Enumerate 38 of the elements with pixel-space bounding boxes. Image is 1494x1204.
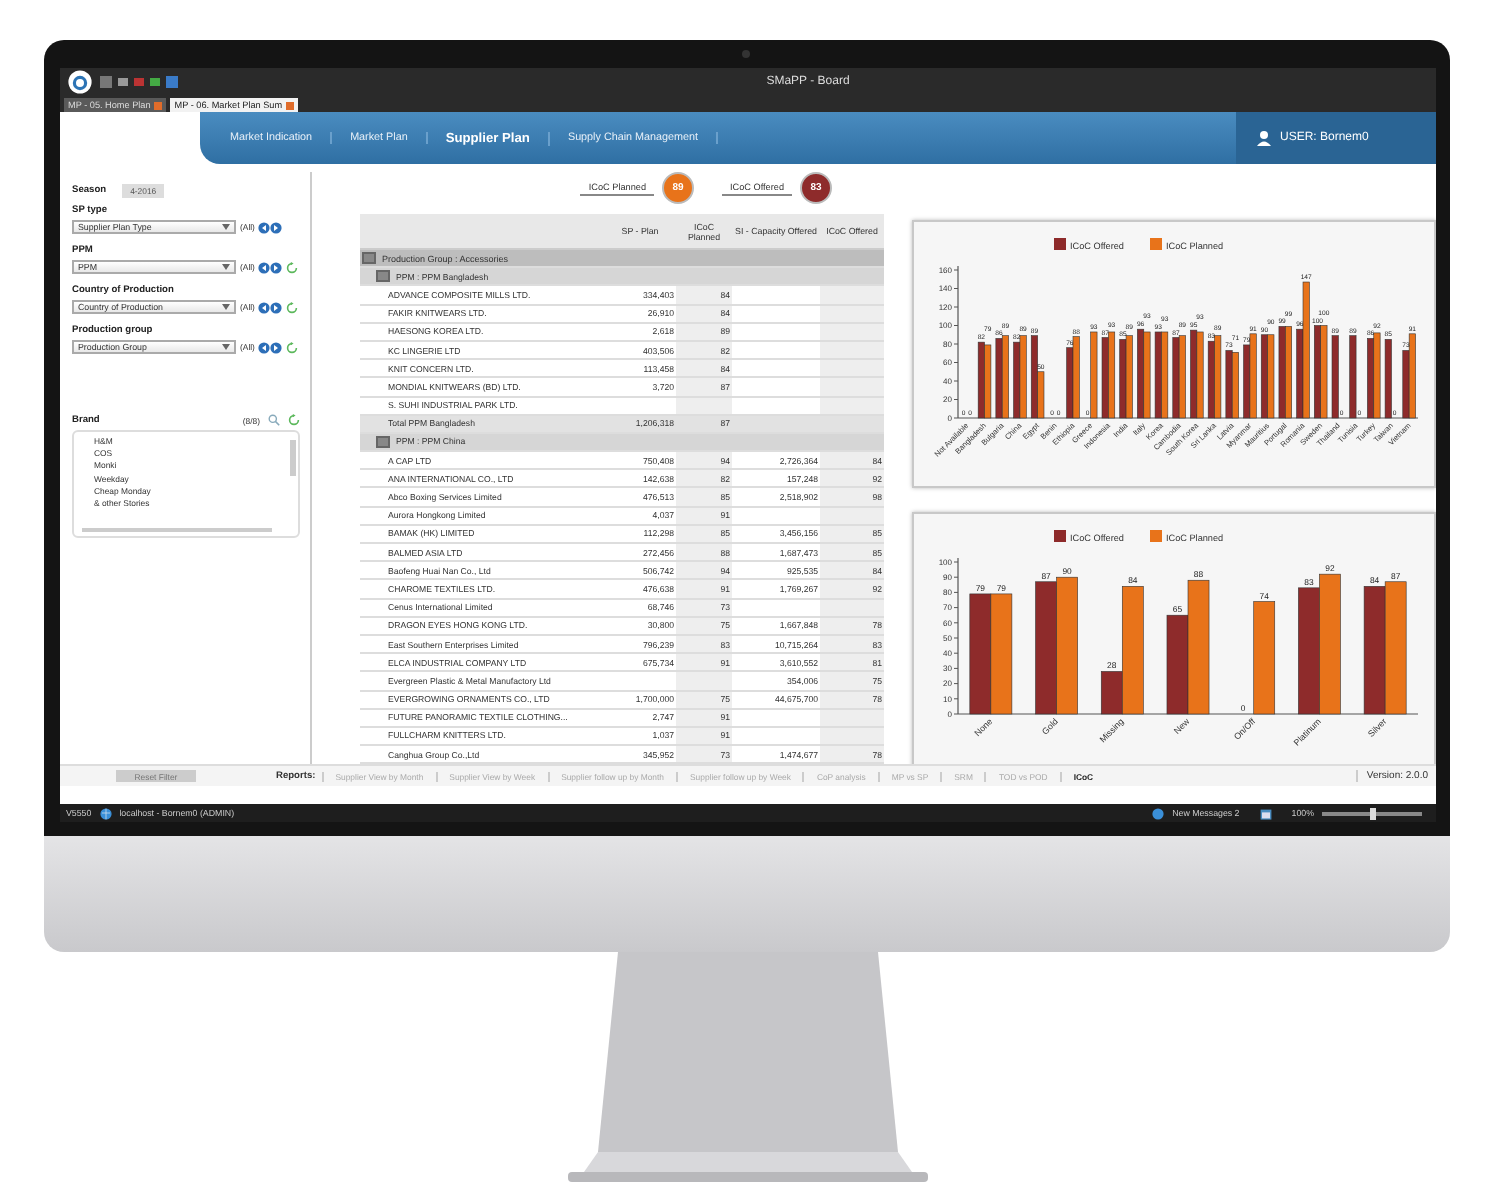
logo-icon	[68, 69, 92, 93]
bar	[1035, 581, 1057, 715]
refresh-icon[interactable]	[288, 414, 300, 426]
refresh-icon[interactable]	[286, 341, 299, 353]
bar	[1384, 339, 1392, 419]
arrow-buttons-icon[interactable]	[258, 261, 283, 273]
globe-icon	[99, 807, 112, 819]
close-icon[interactable]	[154, 101, 163, 109]
caret-icon	[222, 224, 230, 230]
bar	[1349, 335, 1357, 419]
bar	[1384, 581, 1407, 715]
collapse-icon[interactable]	[376, 435, 390, 448]
caret-icon	[222, 264, 230, 270]
bar	[1319, 573, 1341, 715]
caret-icon	[222, 344, 230, 350]
bar	[1090, 331, 1098, 419]
bar	[1253, 601, 1276, 715]
refresh-icon[interactable]	[286, 261, 299, 273]
arrow-buttons-icon[interactable]	[258, 301, 283, 313]
bar	[1298, 587, 1320, 715]
bar	[1363, 586, 1386, 715]
bar	[1331, 335, 1339, 419]
bar	[1056, 576, 1078, 715]
caret-icon	[222, 304, 230, 310]
bar	[1187, 579, 1210, 715]
search-icon[interactable]	[268, 414, 280, 426]
arrow-buttons-icon[interactable]	[258, 221, 283, 233]
arrow-buttons-icon[interactable]	[258, 341, 283, 353]
refresh-icon[interactable]	[286, 301, 299, 313]
bar	[1166, 614, 1189, 715]
user-icon	[1256, 130, 1272, 146]
calendar-icon[interactable]	[1259, 807, 1272, 819]
bar	[969, 593, 992, 715]
bar	[990, 593, 1013, 715]
info-icon	[1152, 807, 1165, 819]
close-icon[interactable]	[286, 101, 295, 109]
quick-access-toolbar-drawing	[100, 75, 180, 87]
slider-thumb[interactable]	[1369, 807, 1375, 819]
